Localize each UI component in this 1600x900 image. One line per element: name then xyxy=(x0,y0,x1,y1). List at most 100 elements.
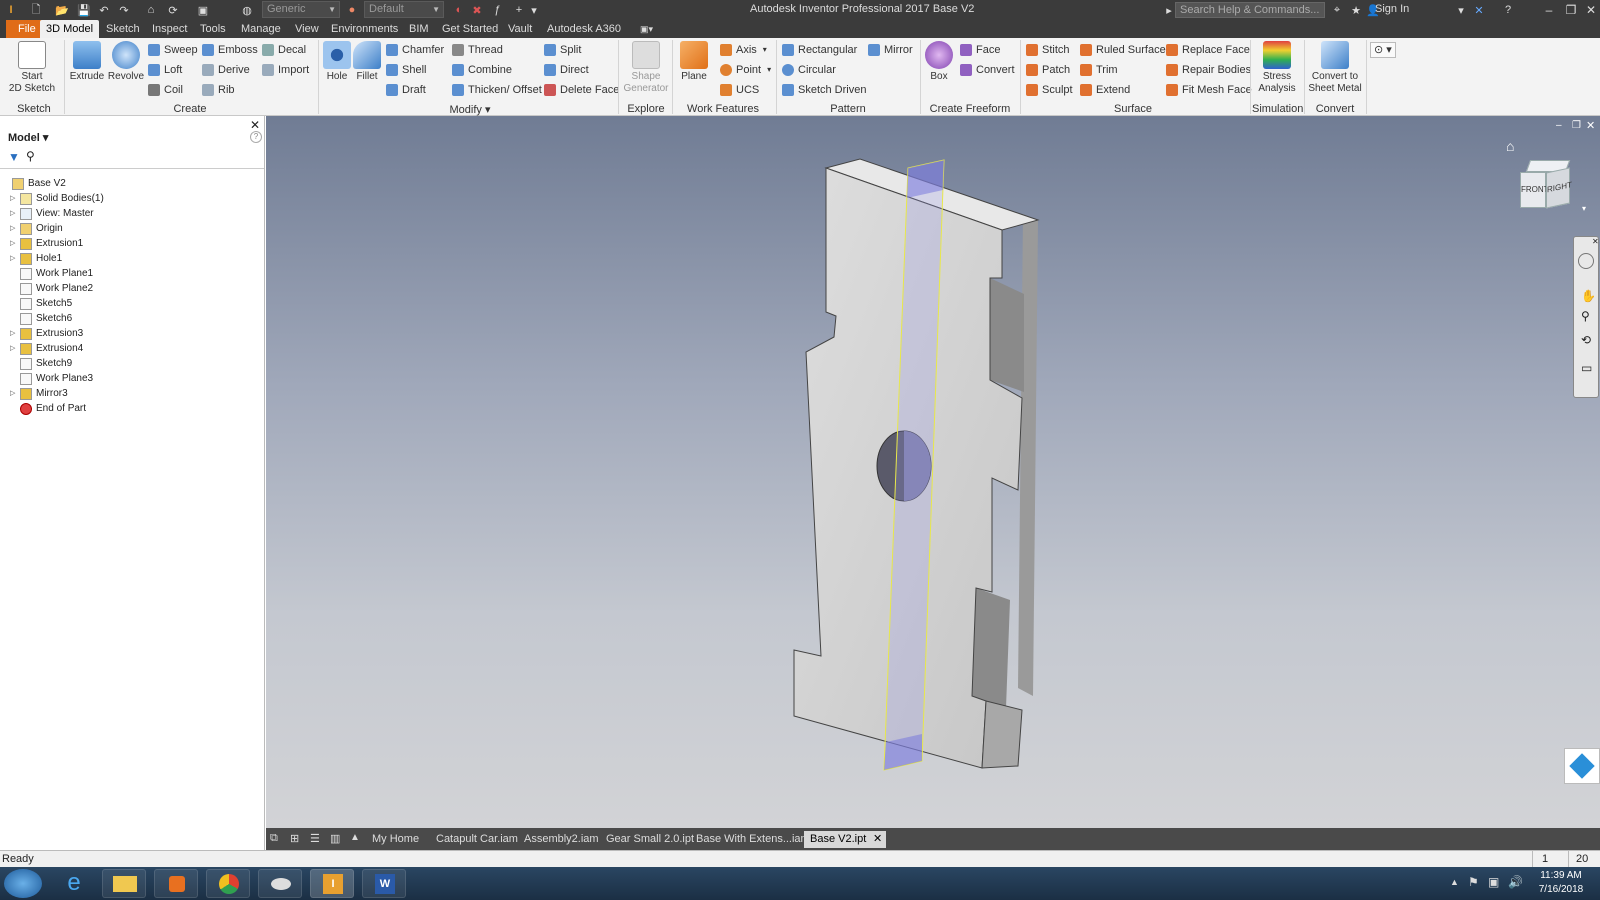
tree-item[interactable]: ▷ View: Master xyxy=(10,206,94,221)
expand-icon[interactable]: ▷ xyxy=(10,251,20,266)
expand-icon[interactable]: ▷ xyxy=(10,386,20,401)
redo-icon[interactable]: ↷ xyxy=(117,3,131,17)
browser-title[interactable]: Model ▾ xyxy=(8,131,48,144)
close-icon[interactable]: ✕ xyxy=(873,831,882,848)
expand-icon[interactable]: ▷ xyxy=(10,191,20,206)
import-button[interactable]: Import xyxy=(262,62,309,78)
tab-manage[interactable]: Manage xyxy=(239,20,283,38)
tile-horizontal-icon[interactable]: ☰ xyxy=(310,832,320,845)
minimize-button[interactable]: – xyxy=(1538,1,1560,19)
help-icon[interactable]: ? xyxy=(250,131,262,143)
new-file-icon[interactable]: 🗋 xyxy=(28,3,44,17)
windows-start-icon[interactable] xyxy=(4,869,42,898)
steering-wheel-icon[interactable] xyxy=(1578,253,1594,269)
viewcube-front[interactable]: FRONT xyxy=(1520,172,1549,208)
ucs-button[interactable]: UCS xyxy=(720,82,759,98)
fit-mesh-face-button[interactable]: Fit Mesh Face xyxy=(1166,82,1252,98)
tab-bim[interactable]: BIM xyxy=(407,20,431,38)
tree-item[interactable]: ▷ Extrusion4 xyxy=(10,341,83,356)
expand-icon[interactable]: ▷ xyxy=(10,326,20,341)
tab-vault[interactable]: Vault xyxy=(506,20,534,38)
doctab-my-home[interactable]: My Home xyxy=(366,831,425,848)
tab-inspect[interactable]: Inspect xyxy=(150,20,189,38)
thread-button[interactable]: Thread xyxy=(452,42,503,58)
tree-item[interactable]: ▷ Mirror3 xyxy=(10,386,68,401)
save-icon[interactable]: 💾 xyxy=(76,3,92,17)
hole-button[interactable]: Hole xyxy=(322,41,352,83)
undo-icon[interactable]: ↶ xyxy=(97,3,111,17)
thicken-offset-button[interactable]: Thicken/ Offset xyxy=(452,82,542,98)
doctab-base-with-extens[interactable]: Base With Extens...iam xyxy=(690,831,816,848)
sign-in-link[interactable]: Sign In xyxy=(1375,3,1409,15)
rib-button[interactable]: Rib xyxy=(202,82,235,98)
ribbon-options-button[interactable]: ⊙ ▾ xyxy=(1370,42,1396,58)
clock-date[interactable]: 7/16/2018 xyxy=(1534,884,1588,895)
orbit-icon[interactable]: ⟲ xyxy=(1581,333,1591,347)
doctab-gear-small[interactable]: Gear Small 2.0.ipt xyxy=(600,831,700,848)
tab-get-started[interactable]: Get Started xyxy=(440,20,500,38)
combine-button[interactable]: Combine xyxy=(452,62,512,78)
tree-item[interactable]: End of Part xyxy=(10,401,86,416)
convert-to-sheet-metal-button[interactable]: Convert to Sheet Metal xyxy=(1308,41,1362,95)
tree-item[interactable]: ▷ Origin xyxy=(10,221,63,236)
nav-close-icon[interactable]: ✕ xyxy=(1592,237,1599,246)
expand-icon[interactable]: ▷ xyxy=(10,206,20,221)
cascade-icon[interactable]: ⧉ xyxy=(270,832,278,845)
loft-button[interactable]: Loft xyxy=(148,62,182,78)
close-button[interactable]: ✕ xyxy=(1580,1,1600,19)
panel-label-modify[interactable]: Modify ▾ xyxy=(440,103,500,116)
derive-button[interactable]: Derive xyxy=(202,62,250,78)
app-icon[interactable] xyxy=(258,869,302,898)
patch-button[interactable]: Patch xyxy=(1026,62,1070,78)
extrude-button[interactable]: Extrude xyxy=(68,41,106,83)
tab-autodesk-a360[interactable]: Autodesk A360 xyxy=(545,20,623,38)
inventor-taskbar-icon[interactable]: I xyxy=(310,869,354,898)
fx-icon[interactable]: ƒ xyxy=(490,3,504,17)
home-view-icon[interactable]: ⌂ xyxy=(1506,138,1514,154)
expand-icon[interactable]: ▷ xyxy=(10,221,20,236)
viewcube[interactable]: FRONT RIGHT xyxy=(1520,160,1572,216)
internet-explorer-icon[interactable]: e xyxy=(52,869,96,898)
word-icon[interactable]: W xyxy=(362,869,406,898)
restore-button[interactable]: ❐ xyxy=(1560,1,1582,19)
coil-button[interactable]: Coil xyxy=(148,82,183,98)
update-icon[interactable]: ⟳ xyxy=(164,3,182,17)
part-model[interactable] xyxy=(266,116,1600,828)
shape-generator-button[interactable]: Shape Generator xyxy=(622,41,670,95)
tray-expand-icon[interactable]: ▲ xyxy=(1450,877,1459,887)
sculpt-button[interactable]: Sculpt xyxy=(1026,82,1073,98)
plane-button[interactable]: Plane xyxy=(678,41,710,83)
revolve-button[interactable]: Revolve xyxy=(106,41,146,83)
tab-3d-model[interactable]: 3D Model xyxy=(40,20,100,38)
filter-icon[interactable]: ▼ xyxy=(8,150,20,164)
ruled-surface-button[interactable]: Ruled Surface xyxy=(1080,42,1166,58)
tree-item[interactable]: ▷ Extrusion3 xyxy=(10,326,83,341)
a360-share-button[interactable] xyxy=(1564,748,1600,784)
decal-button[interactable]: Decal xyxy=(262,42,306,58)
star-icon[interactable]: ★ xyxy=(1349,3,1363,17)
look-at-icon[interactable]: ▭ xyxy=(1581,361,1592,375)
tree-item[interactable]: Work Plane3 xyxy=(10,371,93,386)
appearance-combo[interactable]: Default ▼ xyxy=(364,1,444,18)
media-player-icon[interactable] xyxy=(154,869,198,898)
rectangular-pattern-button[interactable]: Rectangular xyxy=(782,42,857,58)
tree-item[interactable]: ▷ Solid Bodies(1) xyxy=(10,191,104,206)
expand-icon[interactable]: ▷ xyxy=(10,341,20,356)
direct-button[interactable]: Direct xyxy=(544,62,589,78)
viewcube-menu-icon[interactable]: ▾ xyxy=(1582,204,1586,213)
tab-sketch[interactable]: Sketch xyxy=(104,20,142,38)
sketch-driven-pattern-button[interactable]: Sketch Driven xyxy=(782,82,866,98)
sweep-button[interactable]: Sweep xyxy=(148,42,198,58)
stress-analysis-button[interactable]: Stress Analysis xyxy=(1254,41,1300,95)
tree-item[interactable]: ▷ Extrusion1 xyxy=(10,236,83,251)
draft-button[interactable]: Draft xyxy=(386,82,426,98)
clock-time[interactable]: 11:39 AM xyxy=(1534,870,1588,881)
tab-tools[interactable]: Tools xyxy=(198,20,228,38)
crosshair-icon[interactable]: + xyxy=(512,3,526,17)
delete-face-button[interactable]: Delete Face xyxy=(544,82,619,98)
camera-icon[interactable]: ▣▾ xyxy=(638,20,662,38)
doctab-base-v2[interactable]: Base V2.ipt ✕ xyxy=(804,831,887,848)
chamfer-button[interactable]: Chamfer xyxy=(386,42,444,58)
expand-icon[interactable]: ▷ xyxy=(10,236,20,251)
doctab-catapult-car[interactable]: Catapult Car.iam xyxy=(430,831,524,848)
